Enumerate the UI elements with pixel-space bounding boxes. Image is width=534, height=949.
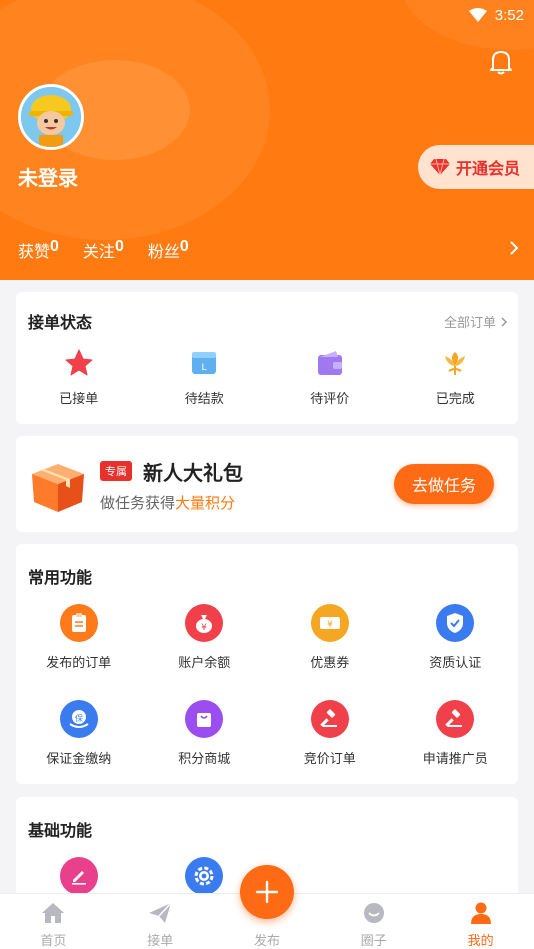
tab-home[interactable]: 首页 bbox=[0, 894, 107, 949]
common-functions-row: 发布的订单 ¥ 账户余额 ¥ 优惠券 资质认证 bbox=[16, 604, 518, 671]
stat-following[interactable]: 关注 0 bbox=[83, 238, 124, 262]
basic-function-edit[interactable] bbox=[16, 857, 142, 895]
tab-accept-orders[interactable]: 接单 bbox=[107, 894, 214, 949]
shop-bag-icon bbox=[185, 700, 224, 738]
coupon-item[interactable]: ¥ 优惠券 bbox=[267, 604, 393, 671]
tab-label: 圈子 bbox=[360, 933, 387, 948]
tab-label: 发布 bbox=[253, 933, 280, 948]
qualification-item[interactable]: 资质认证 bbox=[393, 604, 519, 671]
promo-subtitle: 做任务获得大量积分 bbox=[100, 492, 235, 513]
function-label: 积分商城 bbox=[178, 751, 231, 766]
stat-label: 关注 bbox=[82, 244, 115, 261]
stat-label: 粉丝 bbox=[147, 244, 180, 261]
svg-text:L: L bbox=[202, 363, 207, 373]
all-orders-link[interactable]: 全部订单 bbox=[444, 312, 508, 331]
tab-label: 首页 bbox=[40, 933, 67, 948]
chevron-right-icon bbox=[501, 316, 508, 327]
do-tasks-button[interactable]: 去做任务 bbox=[394, 464, 494, 504]
apply-promoter-item[interactable]: 申请推广员 bbox=[393, 700, 519, 767]
common-functions-row: 保 保证金缴纳 积分商城 竞价订单 申请推广员 bbox=[16, 700, 518, 767]
tab-circle[interactable]: 圈子 bbox=[320, 894, 427, 949]
paper-plane-icon bbox=[147, 900, 173, 926]
home-icon bbox=[40, 900, 66, 926]
wallet-card-icon: L bbox=[189, 348, 219, 378]
common-functions-card: 常用功能 发布的订单 ¥ 账户余额 ¥ 优惠券 资质认证 保 保证金缴纳 积分商… bbox=[16, 544, 518, 784]
function-label: 优惠券 bbox=[310, 655, 350, 670]
purse-icon bbox=[315, 348, 345, 378]
shield-check-icon bbox=[436, 604, 475, 642]
deposit-payment-item[interactable]: 保 保证金缴纳 bbox=[16, 700, 142, 767]
stat-likes[interactable]: 获赞 0 bbox=[18, 238, 59, 262]
gavel-icon bbox=[310, 700, 349, 738]
stat-label: 获赞 bbox=[18, 244, 51, 261]
function-label: 申请推广员 bbox=[422, 751, 488, 766]
basic-functions-title: 基础功能 bbox=[28, 823, 93, 840]
star-icon bbox=[64, 348, 94, 378]
username[interactable]: 未登录 bbox=[18, 162, 78, 191]
open-vip-button[interactable]: 开通会员 bbox=[418, 145, 534, 189]
clipboard-icon bbox=[59, 604, 98, 642]
money-bag-icon: ¥ bbox=[185, 604, 224, 642]
stat-fans[interactable]: 粉丝 0 bbox=[148, 238, 189, 262]
tab-label: 接单 bbox=[147, 933, 174, 948]
all-orders-label: 全部订单 bbox=[443, 315, 496, 330]
tab-label: 我的 bbox=[467, 933, 494, 948]
common-functions-title: 常用功能 bbox=[28, 570, 93, 587]
stat-value: 0 bbox=[50, 238, 59, 255]
wifi-icon bbox=[468, 8, 487, 22]
function-label: 账户余额 bbox=[178, 655, 231, 670]
promo-subtitle-prefix: 做任务获得 bbox=[100, 495, 176, 512]
worker-avatar-icon bbox=[21, 87, 81, 147]
profile-stats: 获赞 0 关注 0 粉丝 0 bbox=[18, 238, 189, 262]
person-icon bbox=[468, 900, 494, 926]
flower-icon bbox=[440, 348, 470, 378]
order-status-completed[interactable]: 已完成 bbox=[393, 348, 519, 407]
order-status-label: 已接单 bbox=[59, 391, 99, 406]
status-bar: 3:52 bbox=[468, 4, 524, 26]
account-balance-item[interactable]: ¥ 账户余额 bbox=[142, 604, 268, 671]
function-label: 竞价订单 bbox=[303, 751, 356, 766]
order-status-pending-payment[interactable]: L 待结款 bbox=[142, 348, 268, 407]
order-status-label: 待评价 bbox=[310, 391, 350, 406]
bell-icon[interactable] bbox=[488, 48, 514, 76]
edit-icon bbox=[59, 857, 98, 895]
plus-icon bbox=[255, 880, 279, 904]
chevron-right-icon[interactable] bbox=[508, 240, 520, 256]
deposit-icon: 保 bbox=[59, 700, 98, 738]
svg-text:¥: ¥ bbox=[201, 623, 207, 633]
coupon-icon: ¥ bbox=[310, 604, 349, 642]
svg-text:¥: ¥ bbox=[327, 620, 333, 630]
settings-icon bbox=[185, 857, 224, 895]
order-status-label: 已完成 bbox=[435, 391, 475, 406]
order-status-card: 接单状态 全部订单 已接单 L 待结款 待评价 已完成 bbox=[16, 292, 518, 424]
order-status-label: 待结款 bbox=[184, 391, 224, 406]
gift-box-icon bbox=[32, 464, 84, 512]
tab-mine[interactable]: 我的 bbox=[427, 894, 534, 949]
stat-value: 0 bbox=[114, 238, 124, 255]
order-status-title: 接单状态 bbox=[28, 315, 93, 332]
stat-value: 0 bbox=[179, 238, 189, 255]
publish-plus-button[interactable] bbox=[240, 865, 294, 919]
function-label: 发布的订单 bbox=[46, 655, 112, 670]
order-status-grid: 已接单 L 待结款 待评价 已完成 bbox=[16, 348, 518, 407]
diamond-icon bbox=[430, 158, 450, 176]
function-label: 资质认证 bbox=[429, 655, 482, 670]
avatar[interactable] bbox=[18, 84, 84, 150]
order-status-accepted[interactable]: 已接单 bbox=[16, 348, 142, 407]
points-mall-item[interactable]: 积分商城 bbox=[142, 700, 268, 767]
status-time: 3:52 bbox=[494, 6, 524, 24]
profile-header: 3:52 未登录 开通会员 获赞 0 关注 0 粉丝 0 bbox=[0, 0, 534, 280]
chat-bubble-icon bbox=[361, 900, 387, 926]
gavel-icon bbox=[436, 700, 475, 738]
bidding-orders-item[interactable]: 竞价订单 bbox=[267, 700, 393, 767]
vip-label: 开通会员 bbox=[456, 161, 521, 178]
order-status-to-review[interactable]: 待评价 bbox=[267, 348, 393, 407]
exclusive-tag: 专属 bbox=[100, 461, 132, 481]
promo-subtitle-highlight: 大量积分 bbox=[175, 495, 236, 512]
published-orders-item[interactable]: 发布的订单 bbox=[16, 604, 142, 671]
svg-text:保: 保 bbox=[75, 713, 83, 723]
function-label: 保证金缴纳 bbox=[46, 751, 112, 766]
promo-title: 新人大礼包 bbox=[143, 463, 243, 485]
